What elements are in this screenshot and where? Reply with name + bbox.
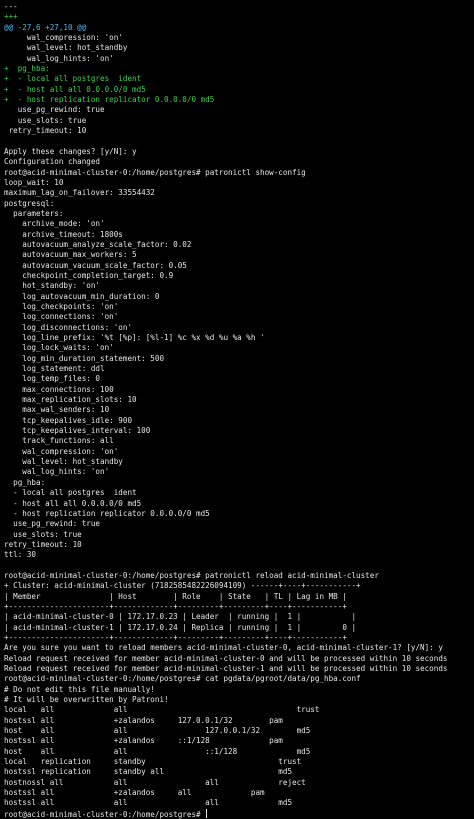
prompt-text: root@acid-minimal-cluster-0:/home/postgr… [4, 809, 206, 819]
terminal-line: root@acid-minimal-cluster-0:/home/postgr… [4, 570, 379, 580]
terminal-line: hostnossl all all all reject [4, 777, 306, 787]
terminal-line: # Do not edit this file manually! [4, 684, 155, 694]
terminal-line: autovacuum_max_workers: 5 [4, 250, 137, 260]
terminal-line: log_lock_waits: 'on' [4, 343, 114, 353]
terminal-line: hostssl all all all md5 [4, 798, 293, 808]
terminal-line: Apply these changes? [y/N]: y [4, 146, 137, 156]
terminal-line: hot_standby: 'on' [4, 281, 101, 291]
terminal-line: use_pg_rewind: true [4, 519, 101, 529]
terminal-line: retry_timeout: 10 [4, 539, 82, 549]
terminal-line: pg_hba: [4, 477, 46, 487]
terminal-line: track_functions: all [4, 436, 114, 446]
terminal-line: max_wal_senders: 10 [4, 405, 110, 415]
terminal-line: host all all 127.0.0.1/32 md5 [4, 726, 311, 736]
terminal-line: - host all all 0.0.0.0/0 md5 [4, 498, 142, 508]
terminal-line: retry_timeout: 10 [4, 126, 87, 136]
terminal-line: maximum_lag_on_failover: 33554432 [4, 188, 155, 198]
terminal-line: autovacuum_analyze_scale_factor: 0.02 [4, 239, 192, 249]
terminal-line: @@ -27,6 +27,10 @@ [4, 22, 87, 32]
terminal-line: use_pg_rewind: true [4, 105, 105, 115]
terminal-line: hostssl all +zalandos ::1/128 pam [4, 736, 283, 746]
terminal-line: Configuration changed [4, 157, 101, 167]
terminal-line: max_connections: 100 [4, 384, 114, 394]
terminal-line: log_disconnections: 'on' [4, 322, 133, 332]
terminal-line: + - host all all 0.0.0.0/0 md5 [4, 84, 146, 94]
terminal-line: - local all postgres ident [4, 488, 137, 498]
terminal-line: Reload request received for member acid-… [4, 653, 448, 663]
terminal-line: +----------------------+-------------+--… [4, 601, 347, 611]
terminal-line: postgresql: [4, 198, 55, 208]
terminal-line: --- [4, 2, 18, 11]
terminal-line: local replication standby trust [4, 757, 302, 767]
terminal-line: log_statement: ddl [4, 364, 105, 374]
terminal-line: +----------------------+-------------+--… [4, 632, 347, 642]
terminal-line: Are you sure you want to reload members … [4, 643, 443, 653]
terminal-line: local all all trust [4, 705, 320, 715]
terminal-line: parameters: [4, 208, 64, 218]
terminal-line: + Cluster: acid-minimal-cluster (7182585… [4, 581, 361, 591]
terminal-line: tcp_keepalives_interval: 100 [4, 426, 151, 436]
terminal-line: | Member | Host | Role | State | TL | La… [4, 591, 347, 601]
terminal-line: + - local all postgres ident [4, 74, 142, 84]
terminal-line: archive_timeout: 1800s [4, 229, 123, 239]
terminal-line: log_min_duration_statement: 500 [4, 353, 165, 363]
terminal-line: wal_compression: 'on' [4, 33, 123, 43]
terminal-line: log_connections: 'on' [4, 312, 119, 322]
terminal-line: root@acid-minimal-cluster-0:/home/postgr… [4, 674, 361, 684]
terminal-line: hostssl replication standby all md5 [4, 767, 293, 777]
terminal-line: autovacuum_vacuum_scale_factor: 0.05 [4, 260, 187, 270]
terminal-line: log_temp_files: 0 [4, 374, 101, 384]
terminal-line: archive_mode: 'on' [4, 219, 105, 229]
terminal-line: | acid-minimal-cluster-0 | 172.17.0.23 |… [4, 612, 357, 622]
terminal-line: log_line_prefix: '%t [%p]: [%l-1] %c %x … [4, 333, 265, 342]
terminal-line: +++ [4, 12, 18, 22]
terminal-line: use_slots: true [4, 115, 87, 125]
terminal-line: - host replication replicator 0.0.0.0/0 … [4, 508, 210, 518]
terminal-line: log_checkpoints: 'on' [4, 301, 119, 311]
terminal-window[interactable]: --- +++ @@ -27,6 +27,10 @@ wal_compression… [0, 0, 474, 819]
terminal-line: max_replication_slots: 10 [4, 395, 137, 405]
terminal-line: hostssl all +zalandos 127.0.0.1/32 pam [4, 715, 283, 725]
text-cursor [206, 808, 208, 818]
terminal-line: wal_level: hot_standby [4, 457, 123, 467]
terminal-line: wal_log_hints: 'on' [4, 53, 114, 63]
terminal-line: + - host replication replicator 0.0.0.0/… [4, 95, 215, 105]
terminal-line: # It will be overwritten by Patroni! [4, 695, 169, 705]
terminal-line: use_slots: true [4, 529, 82, 539]
command-prompt[interactable]: root@acid-minimal-cluster-0:/home/postgr… [4, 808, 470, 819]
terminal-line: Reload request received for member acid-… [4, 664, 448, 673]
terminal-line: + pg_hba: [4, 64, 50, 74]
terminal-line: loop_wait: 10 [4, 177, 64, 187]
terminal-line: wal_level: hot_standby [4, 43, 128, 53]
terminal-line: root@acid-minimal-cluster-0:/home/postgr… [4, 167, 306, 177]
terminal-line: log_autovacuum_min_duration: 0 [4, 291, 160, 301]
terminal-line: checkpoint_completion_target: 0.9 [4, 270, 174, 280]
terminal-line: tcp_keepalives_idle: 900 [4, 415, 133, 425]
terminal-line: ttl: 30 [4, 550, 37, 560]
terminal-line: wal_compression: 'on' [4, 446, 119, 456]
terminal-line: | acid-minimal-cluster-1 | 172.17.0.24 |… [4, 622, 357, 632]
terminal-line: hostssl all +zalandos all pam [4, 788, 265, 798]
terminal-line: wal_log_hints: 'on' [4, 467, 110, 477]
